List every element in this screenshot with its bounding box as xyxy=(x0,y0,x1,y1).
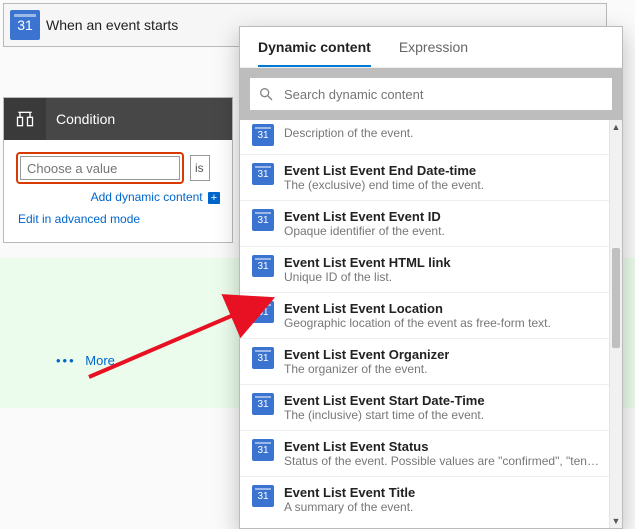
operator-dropdown[interactable]: is xyxy=(190,155,210,181)
more-link[interactable]: ••• More xyxy=(56,353,115,368)
list-item[interactable]: 31 Event List Event Location Geographic … xyxy=(240,292,610,338)
item-title: Event List Event Organizer xyxy=(284,347,449,362)
item-title: Event List Event Location xyxy=(284,301,551,316)
dynamic-content-list: 31 Event List Event Description Descript… xyxy=(240,120,622,528)
list-item[interactable]: 31 Event List Event End Date-time The (e… xyxy=(240,154,610,200)
item-title: Event List Event Start Date-Time xyxy=(284,393,485,408)
tab-dynamic-content[interactable]: Dynamic content xyxy=(258,39,371,67)
trigger-title: When an event starts xyxy=(46,17,178,33)
item-title: Event List Event Status xyxy=(284,439,600,454)
list-item[interactable]: 31 Event List Event Start Date-Time The … xyxy=(240,384,610,430)
list-item[interactable]: 31 Event List Event Description Descript… xyxy=(240,120,610,154)
item-desc: A summary of the event. xyxy=(284,500,415,514)
choose-value-input[interactable] xyxy=(20,156,180,180)
condition-card: Condition is Add dynamic content + Edit … xyxy=(3,97,233,243)
plus-icon[interactable]: + xyxy=(208,192,220,204)
item-desc: Unique ID of the list. xyxy=(284,270,451,284)
edit-advanced-mode-link[interactable]: Edit in advanced mode xyxy=(16,204,142,230)
calendar-icon: 31 xyxy=(252,301,274,323)
item-desc: Status of the event. Possible values are… xyxy=(284,454,600,468)
calendar-icon: 31 xyxy=(252,124,274,146)
item-desc: Geographic location of the event as free… xyxy=(284,316,551,330)
condition-header[interactable]: Condition xyxy=(4,98,232,140)
calendar-icon: 31 xyxy=(252,485,274,507)
list-item[interactable]: 31 Event List Event Organizer The organi… xyxy=(240,338,610,384)
list-item[interactable]: 31 Event List Event Event ID Opaque iden… xyxy=(240,200,610,246)
scroll-down-icon[interactable]: ▼ xyxy=(610,514,622,528)
item-title: Event List Event End Date-time xyxy=(284,163,484,178)
calendar-icon: 31 xyxy=(252,393,274,415)
item-title: Event List Event HTML link xyxy=(284,255,451,270)
scroll-thumb[interactable] xyxy=(612,248,620,348)
calendar-icon: 31 xyxy=(252,255,274,277)
search-input[interactable] xyxy=(282,86,604,103)
tab-expression[interactable]: Expression xyxy=(399,39,468,67)
ellipsis-icon: ••• xyxy=(56,353,76,368)
list-item[interactable]: 31 Event List Event Status Status of the… xyxy=(240,430,610,476)
search-row xyxy=(240,68,622,120)
item-desc: The organizer of the event. xyxy=(284,362,449,376)
condition-icon xyxy=(4,98,46,140)
item-desc: Description of the event. xyxy=(284,126,460,140)
calendar-icon: 31 xyxy=(252,439,274,461)
add-dynamic-content-link[interactable]: Add dynamic content xyxy=(91,190,203,204)
list-item[interactable]: 31 Event List Event Title A summary of t… xyxy=(240,476,610,522)
dynamic-content-flyout: Dynamic content Expression 31 Event List… xyxy=(239,26,623,529)
value-input-highlight xyxy=(16,152,184,184)
scroll-track[interactable] xyxy=(610,134,622,514)
search-icon xyxy=(258,86,274,102)
more-label: More xyxy=(85,353,115,368)
item-title: Event List Event Title xyxy=(284,485,415,500)
item-desc: Opaque identifier of the event. xyxy=(284,224,445,238)
item-desc: The (inclusive) start time of the event. xyxy=(284,408,485,422)
scroll-up-icon[interactable]: ▲ xyxy=(610,120,622,134)
calendar-icon: 31 xyxy=(252,209,274,231)
list-item[interactable]: 31 Event List Event HTML link Unique ID … xyxy=(240,246,610,292)
calendar-icon: 31 xyxy=(252,347,274,369)
calendar-icon: 31 xyxy=(10,10,40,40)
scrollbar[interactable]: ▲ ▼ xyxy=(609,120,622,528)
item-title: Event List Event Event ID xyxy=(284,209,445,224)
calendar-icon: 31 xyxy=(252,163,274,185)
search-box[interactable] xyxy=(250,78,612,110)
condition-title: Condition xyxy=(46,111,115,127)
item-desc: The (exclusive) end time of the event. xyxy=(284,178,484,192)
